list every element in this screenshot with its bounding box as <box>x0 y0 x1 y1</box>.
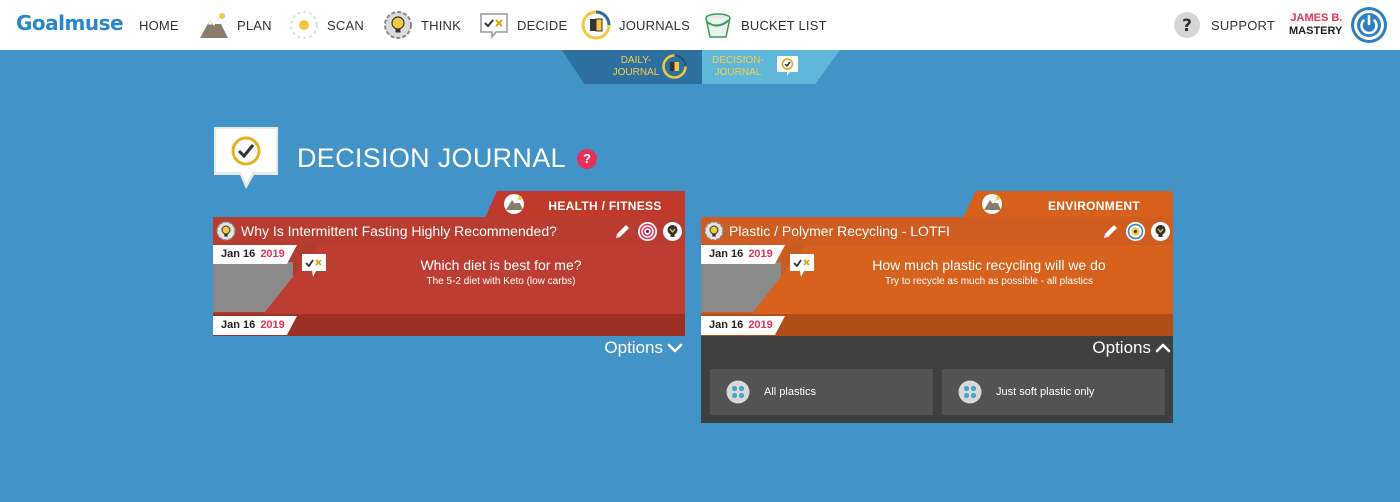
mountain-icon <box>199 10 229 40</box>
category-label: ENVIRONMENT <box>1048 199 1140 213</box>
nav-think-label: THINK <box>421 17 461 33</box>
nav-support-label: SUPPORT <box>1211 17 1276 33</box>
decided-date-day: Jan 16 <box>221 319 256 331</box>
card-title[interactable]: Why Is Intermittent Fasting Highly Recom… <box>241 223 557 239</box>
page-title: DECISION JOURNAL <box>297 143 566 173</box>
options-toggle[interactable]: Options <box>1092 337 1173 359</box>
options-label: Options <box>1092 338 1151 357</box>
question-icon: ? <box>1173 10 1203 40</box>
lightbulb-gear-icon <box>704 221 724 241</box>
edit-pencil-icon[interactable] <box>1100 221 1121 242</box>
user-last-name: MASTERY <box>1289 25 1343 37</box>
created-date: Jan 16 2019 <box>701 245 785 264</box>
nav-home-label: HOME <box>139 17 179 33</box>
option-dots-icon <box>958 380 982 404</box>
nav-bucket-list[interactable]: BUCKET LIST <box>703 0 827 50</box>
decision-answer: Try to recycle as much as possible - all… <box>884 276 1094 287</box>
nav-decide-label: DECIDE <box>517 17 568 33</box>
scan-target-icon[interactable] <box>1125 221 1146 242</box>
options-toggle[interactable]: Options <box>604 337 685 359</box>
option-label: Just soft plastic only <box>996 386 1095 398</box>
created-date-day: Jan 16 <box>709 248 744 260</box>
option-dots-icon <box>726 380 750 404</box>
created-date: Jan 16 2019 <box>213 245 297 264</box>
decided-date-year: 2019 <box>748 319 773 331</box>
nav-plan[interactable]: PLAN <box>199 0 272 50</box>
help-button[interactable]: ? <box>577 149 597 169</box>
category-tab[interactable]: ENVIRONMENT <box>963 191 1173 218</box>
check-cross-bubble-icon <box>789 253 815 279</box>
card-body: Jan 16 2019 Jan 16 2019 Which diet is be… <box>213 245 685 336</box>
decision-answer: The 5-2 diet with Keto (low carbs) <box>426 276 576 287</box>
decision-check-icon <box>212 125 280 191</box>
category-label: HEALTH / FITNESS <box>548 199 662 213</box>
top-navigation-bar: Goalmuse HOME PLAN SCAN THINK DECIDE JOU… <box>0 0 1400 50</box>
mountain-icon <box>981 193 1003 215</box>
lightbulb-gear-icon <box>216 221 236 241</box>
goalmuse-logo[interactable]: Goalmuse <box>16 11 124 35</box>
decided-date: Jan 16 2019 <box>701 316 785 335</box>
tab-decision-journal-label: DECISION-JOURNAL <box>712 55 764 78</box>
user-first-name: JAMES B. <box>1290 12 1343 24</box>
target-icon[interactable] <box>637 221 658 242</box>
check-cross-bubble-icon <box>301 253 327 279</box>
check-bubble-icon <box>775 54 800 79</box>
power-icon <box>1354 10 1384 40</box>
decided-date-year: 2019 <box>260 319 285 331</box>
nav-support[interactable]: ? SUPPORT <box>1173 0 1275 50</box>
card-header: Plastic / Polymer Recycling - LOTFI <box>701 217 1173 245</box>
nav-scan-label: SCAN <box>327 17 364 33</box>
card-body: Jan 16 2019 Jan 16 2019 How much plastic… <box>701 245 1173 336</box>
nav-decide[interactable]: DECIDE <box>479 0 567 50</box>
svg-text:?: ? <box>1182 16 1192 36</box>
nav-scan[interactable]: SCAN <box>289 0 364 50</box>
mountain-icon <box>503 193 525 215</box>
chevron-up-icon <box>1155 340 1171 356</box>
lightbulb-icon[interactable] <box>1150 221 1171 242</box>
options-label: Options <box>604 338 663 357</box>
nav-plan-label: PLAN <box>237 17 272 33</box>
journal-book-icon <box>581 10 611 40</box>
user-name[interactable]: JAMES B. MASTERY <box>1289 12 1342 38</box>
edit-pencil-icon[interactable] <box>612 221 633 242</box>
card-actions <box>1100 220 1171 242</box>
option-item[interactable]: All plastics <box>710 369 933 415</box>
decided-date: Jan 16 2019 <box>213 316 297 335</box>
decided-date-day: Jan 16 <box>709 319 744 331</box>
tab-decision-journal[interactable]: DECISION-JOURNAL <box>702 50 840 84</box>
nav-home[interactable]: HOME <box>139 0 179 50</box>
category-tab[interactable]: HEALTH / FITNESS <box>485 191 685 218</box>
nav-bucket-list-label: BUCKET LIST <box>741 17 827 33</box>
tab-daily-journal-label: DAILY-JOURNAL <box>612 55 660 78</box>
card-actions <box>612 220 683 242</box>
card-title[interactable]: Plastic / Polymer Recycling - LOTFI <box>729 223 950 239</box>
created-date-day: Jan 16 <box>221 248 256 260</box>
card-header: Why Is Intermittent Fasting Highly Recom… <box>213 217 685 245</box>
journal-book-icon <box>662 54 687 79</box>
option-item[interactable]: Just soft plastic only <box>942 369 1165 415</box>
decision-question: Which diet is best for me? <box>420 257 582 273</box>
decision-question: How much plastic recycling will we do <box>872 257 1106 273</box>
sun-scan-icon <box>289 10 319 40</box>
created-date-year: 2019 <box>748 248 773 260</box>
chevron-down-icon <box>667 340 683 356</box>
check-cross-bubble-icon <box>479 10 509 40</box>
lightbulb-icon[interactable] <box>662 221 683 242</box>
option-label: All plastics <box>764 386 816 398</box>
bucket-icon <box>703 10 733 40</box>
lightbulb-gear-icon <box>383 10 413 40</box>
nav-journals-label: JOURNALS <box>619 17 690 33</box>
nav-think[interactable]: THINK <box>383 0 461 50</box>
nav-journals[interactable]: JOURNALS <box>581 0 690 50</box>
power-logout-button[interactable] <box>1351 7 1387 43</box>
created-date-year: 2019 <box>260 248 285 260</box>
